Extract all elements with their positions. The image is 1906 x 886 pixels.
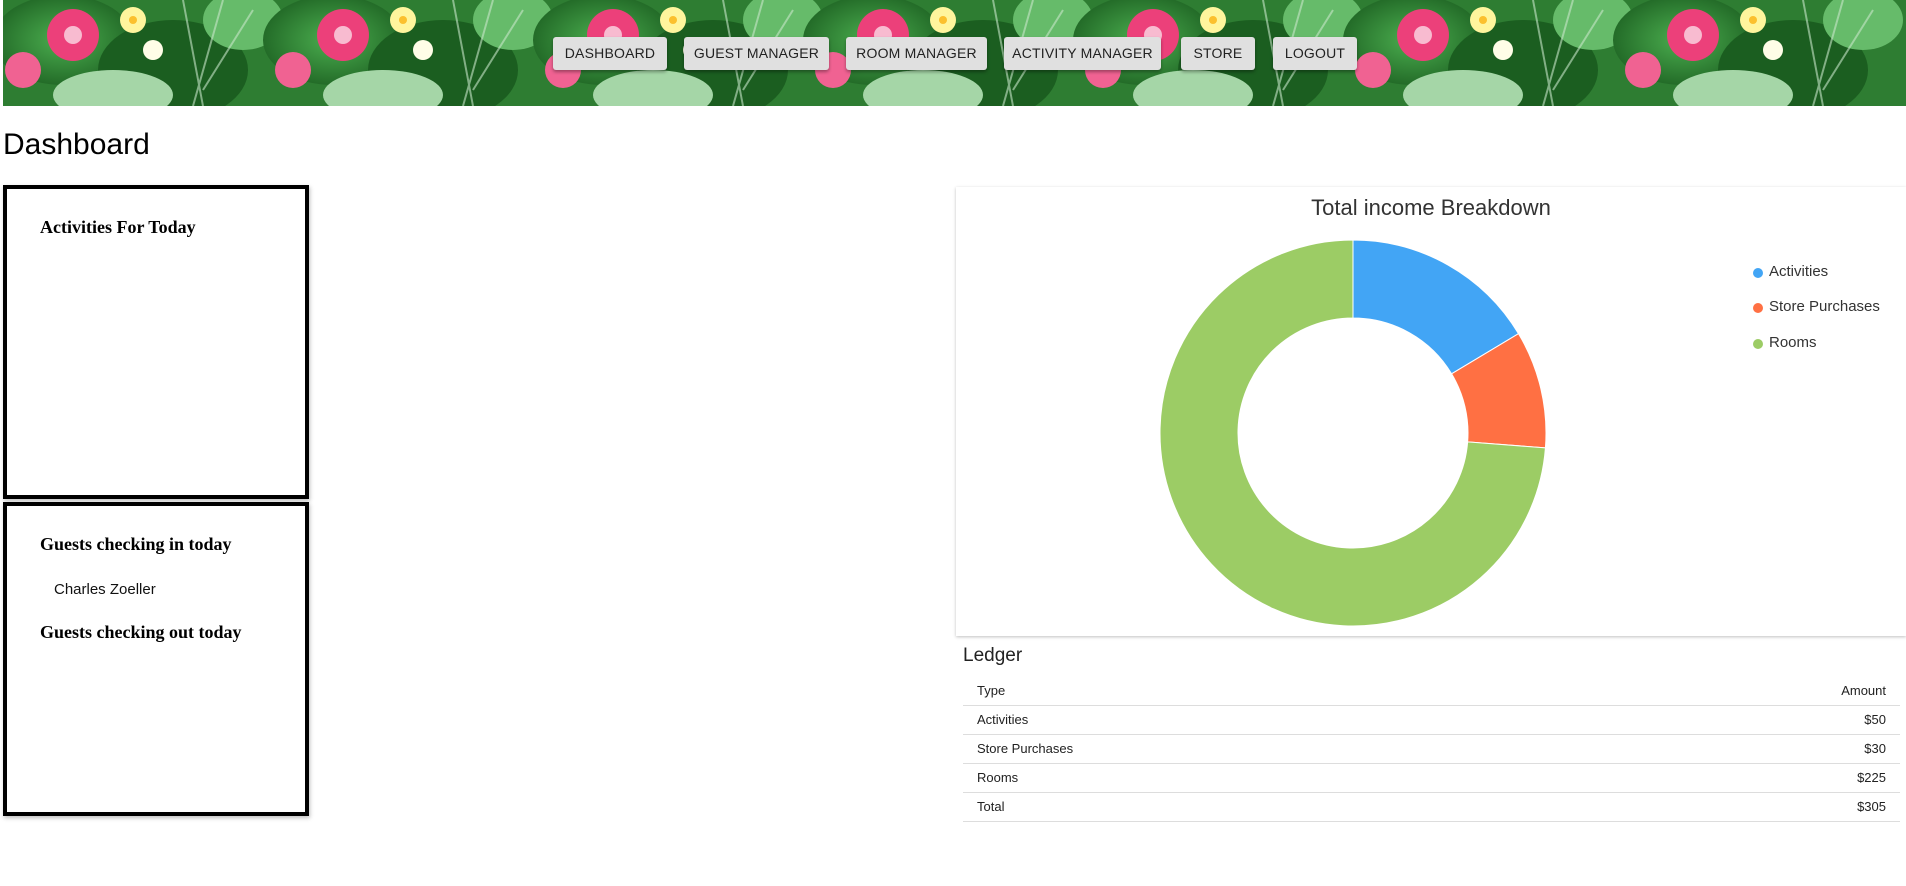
table-row: Total $305: [963, 792, 1900, 822]
guests-panel: Guests checking in today Charles Zoeller…: [3, 502, 309, 816]
ledger-title: Ledger: [963, 645, 1023, 666]
nav-logout-button[interactable]: LOGOUT: [1273, 37, 1357, 70]
ledger-cell-type: Rooms: [963, 763, 1554, 793]
ledger-cell-amount: $225: [1553, 763, 1900, 793]
ledger-cell-amount: $305: [1553, 792, 1900, 822]
ledger-table: Type Amount Activities $50 Store Purchas…: [963, 676, 1900, 822]
table-row: Store Purchases $30: [963, 734, 1900, 764]
checkin-guest-item: Charles Zoeller: [54, 581, 156, 598]
nav-activity-manager-button[interactable]: ACTIVITY MANAGER: [1004, 37, 1161, 70]
income-chart-card: Total income Breakdown Activities Store …: [956, 187, 1906, 636]
checkin-heading: Guests checking in today: [40, 534, 232, 554]
nav-store-button[interactable]: STORE: [1181, 37, 1255, 70]
legend-dot-store-purchases: [1753, 303, 1763, 313]
legend-label-activities: Activities: [1769, 263, 1829, 280]
legend-label-rooms: Rooms: [1769, 334, 1817, 351]
header-banner: DASHBOARD GUEST MANAGER ROOM MANAGER ACT…: [3, 0, 1906, 106]
ledger-header-row: Type Amount: [963, 676, 1900, 706]
activities-heading: Activities For Today: [40, 217, 196, 237]
income-donut-chart: [1159, 239, 1547, 627]
page-title: Dashboard: [3, 128, 150, 161]
ledger-cell-type: Total: [963, 792, 1554, 822]
nav-guest-manager-button[interactable]: GUEST MANAGER: [684, 37, 829, 70]
nav-room-manager-button[interactable]: ROOM MANAGER: [846, 37, 987, 70]
ledger-cell-type: Activities: [963, 705, 1554, 735]
legend-label-store-purchases: Store Purchases: [1769, 298, 1880, 315]
ledger-cell-type: Store Purchases: [963, 734, 1554, 764]
main-nav: DASHBOARD GUEST MANAGER ROOM MANAGER ACT…: [3, 37, 1906, 70]
table-row: Rooms $225: [963, 763, 1900, 793]
ledger-col-amount: Amount: [1553, 676, 1900, 706]
legend-dot-activities: [1753, 268, 1763, 278]
legend-dot-rooms: [1753, 339, 1763, 349]
activities-panel: Activities For Today: [3, 185, 309, 499]
ledger-cell-amount: $50: [1553, 705, 1900, 735]
nav-dashboard-button[interactable]: DASHBOARD: [553, 37, 667, 70]
ledger-col-type: Type: [963, 676, 1554, 706]
table-row: Activities $50: [963, 705, 1900, 735]
ledger-cell-amount: $30: [1553, 734, 1900, 764]
checkout-heading: Guests checking out today: [40, 622, 242, 642]
